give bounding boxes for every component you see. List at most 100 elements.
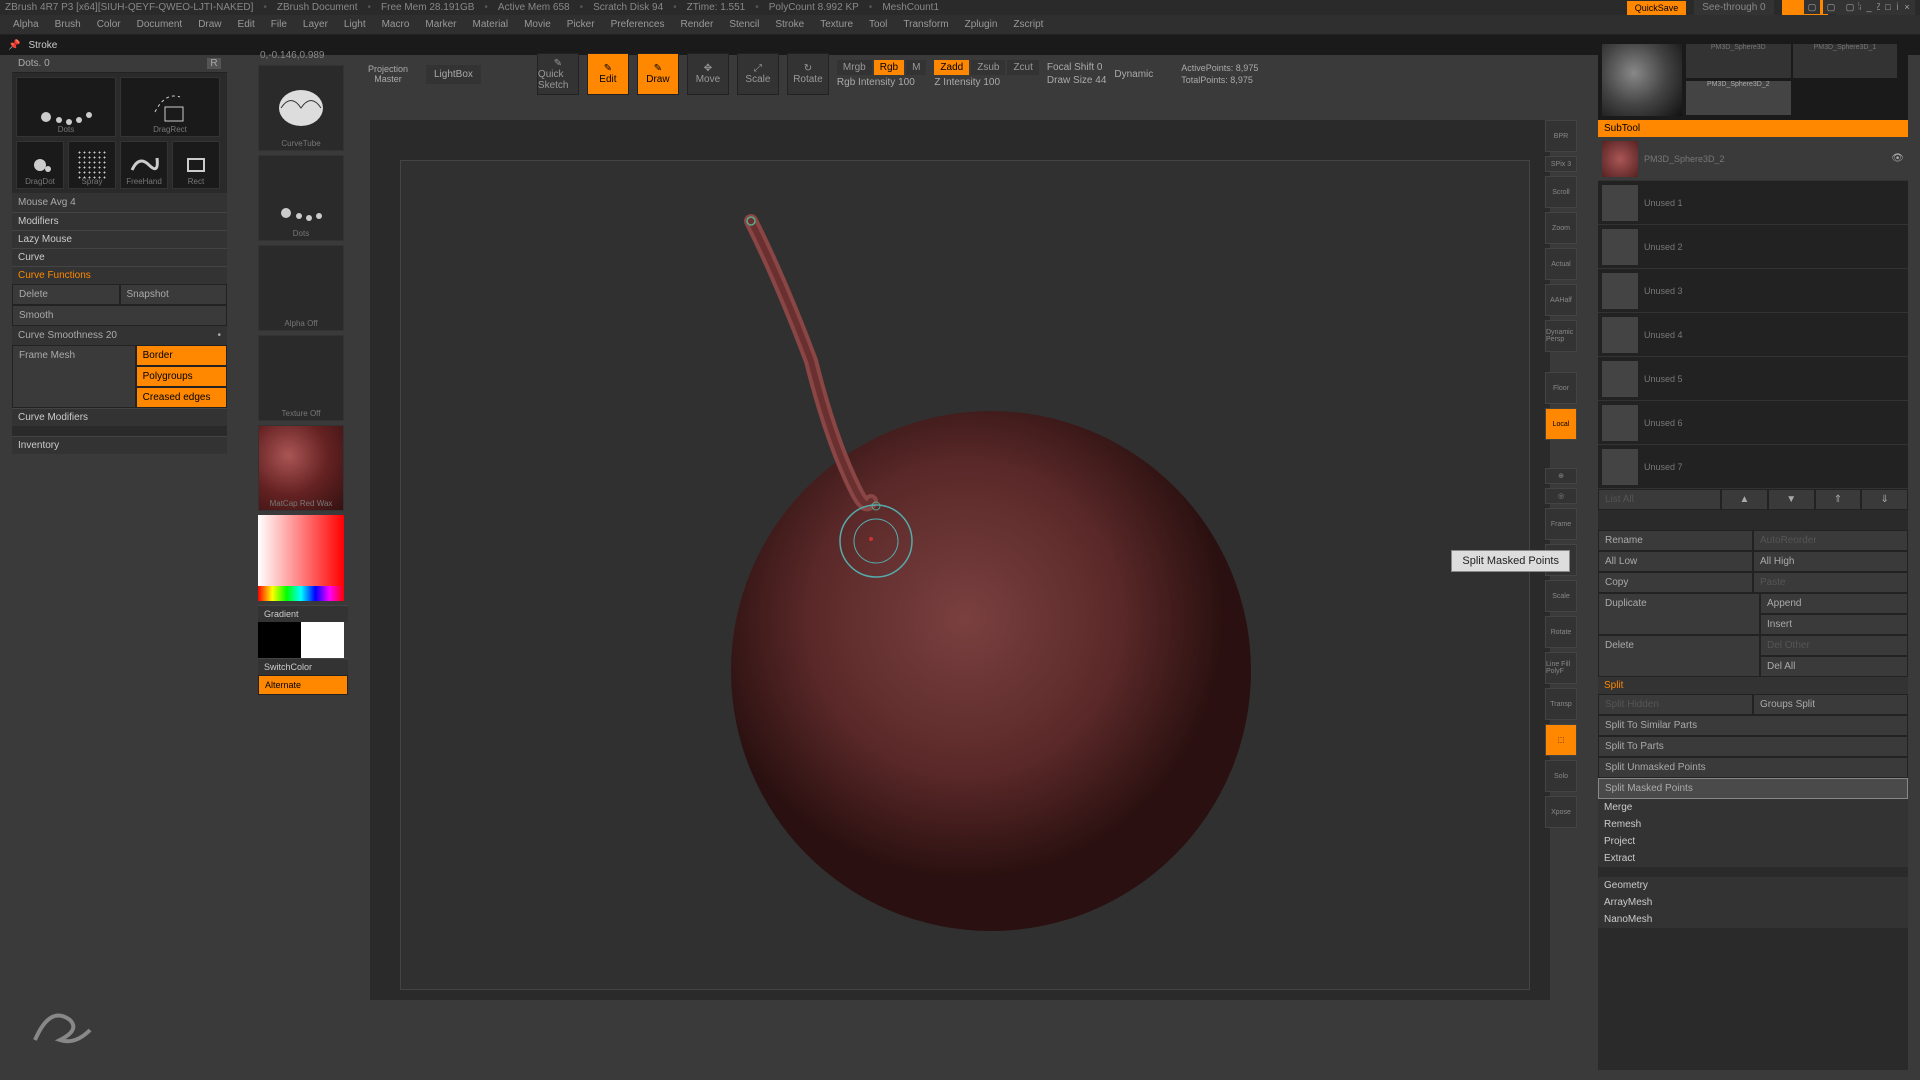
menu-macro[interactable]: Macro	[374, 17, 418, 32]
zsub-button[interactable]: Zsub	[971, 60, 1005, 75]
win-btn-2[interactable]: ▢	[1823, 0, 1839, 14]
subtool-slot[interactable]: Unused 3	[1598, 269, 1908, 313]
split-hidden-button[interactable]: Split Hidden	[1598, 694, 1753, 715]
menu-edit[interactable]: Edit	[230, 17, 263, 32]
quick-sketch-button[interactable]: ✎Quick Sketch	[537, 53, 579, 95]
m-button[interactable]: M	[906, 60, 926, 75]
projection-master-button[interactable]: Projection Master	[358, 64, 418, 84]
menu-render[interactable]: Render	[673, 17, 722, 32]
scroll-button[interactable]: Scroll	[1545, 176, 1577, 208]
split-parts-button[interactable]: Split To Parts	[1598, 736, 1908, 757]
rename-button[interactable]: Rename	[1598, 530, 1753, 551]
menu-stroke[interactable]: Stroke	[767, 17, 812, 32]
merge-section[interactable]: Merge	[1598, 799, 1908, 816]
viewport[interactable]	[400, 160, 1530, 990]
material-thumbnail[interactable]: MatCap Red Wax	[258, 425, 344, 511]
menu-picker[interactable]: Picker	[559, 17, 603, 32]
frame-mesh-button[interactable]: Frame Mesh	[12, 345, 136, 408]
menu-brush[interactable]: Brush	[47, 17, 89, 32]
seethrough-slider[interactable]: See-through 0	[1694, 0, 1773, 15]
border-button[interactable]: Border	[136, 345, 227, 366]
texture-thumbnail[interactable]: Texture Off	[258, 335, 344, 421]
delete-subtool-button[interactable]: Delete	[1598, 635, 1760, 677]
stroke-dragrect[interactable]: DragRect	[120, 77, 220, 137]
spix-slider[interactable]: SPix 3	[1545, 156, 1577, 172]
rotate-mode-button[interactable]: ↻Rotate	[787, 53, 829, 95]
subtool-slot[interactable]: Unused 4	[1598, 313, 1908, 357]
secondary-color[interactable]	[258, 622, 301, 658]
local-button[interactable]: Local	[1545, 408, 1577, 440]
menu-tool[interactable]: Tool	[861, 17, 895, 32]
persp-button[interactable]: Dynamic Persp	[1545, 320, 1577, 352]
bpr-button[interactable]: BPR	[1545, 120, 1577, 152]
close-button[interactable]: ×	[1899, 0, 1915, 14]
aahalf-button[interactable]: AAHalf	[1545, 284, 1577, 316]
replay-button[interactable]: R	[207, 58, 221, 69]
move-up-button[interactable]: ▲	[1721, 489, 1768, 510]
subtool-slot[interactable]: Unused 2	[1598, 225, 1908, 269]
all-high-button[interactable]: All High	[1753, 551, 1908, 572]
subtool-slot[interactable]: Unused 6	[1598, 401, 1908, 445]
stroke-dragdot[interactable]: DragDot	[16, 141, 64, 189]
pin-icon[interactable]: 📌	[8, 40, 20, 51]
menu-zscript[interactable]: Zscript	[1005, 17, 1051, 32]
zoom-button[interactable]: Zoom	[1545, 212, 1577, 244]
rotate-view-button[interactable]: Rotate	[1545, 616, 1577, 648]
frame-button[interactable]: Frame	[1545, 508, 1577, 540]
menu-light[interactable]: Light	[336, 17, 374, 32]
subtool-slot[interactable]: Unused 5	[1598, 357, 1908, 401]
dynamic-label[interactable]: Dynamic	[1114, 69, 1153, 80]
menu-stencil[interactable]: Stencil	[721, 17, 767, 32]
menu-preferences[interactable]: Preferences	[603, 17, 673, 32]
scale-view-button[interactable]: Scale	[1545, 580, 1577, 612]
z-intensity-slider[interactable]: Z Intensity 100	[934, 77, 1000, 88]
draw-mode-button[interactable]: ✎Draw	[637, 53, 679, 95]
mouse-avg-slider[interactable]: Mouse Avg 4	[12, 193, 227, 212]
del-all-button[interactable]: Del All	[1760, 656, 1908, 677]
insert-button[interactable]: Insert	[1760, 614, 1908, 635]
stroke-dots[interactable]: Dots	[16, 77, 116, 137]
split-masked-button[interactable]: Split Masked Points	[1598, 778, 1908, 799]
snapshot-button[interactable]: Snapshot	[120, 284, 228, 305]
split-similar-button[interactable]: Split To Similar Parts	[1598, 715, 1908, 736]
split-unmasked-button[interactable]: Split Unmasked Points	[1598, 757, 1908, 778]
subtool-slot[interactable]: Unused 7	[1598, 445, 1908, 489]
rgb-button[interactable]: Rgb	[874, 60, 904, 75]
split-section[interactable]: Split	[1598, 677, 1908, 694]
arrow-down-button[interactable]: ⇓	[1861, 489, 1908, 510]
project-section[interactable]: Project	[1598, 833, 1908, 850]
curve-functions-section[interactable]: Curve Functions	[12, 266, 227, 284]
del-other-button[interactable]: Del Other	[1760, 635, 1908, 656]
alternate-button[interactable]: Alternate	[258, 675, 348, 695]
tool-slot-3[interactable]: PM3D_Sphere3D_2	[1686, 81, 1791, 115]
nanomesh-section[interactable]: NanoMesh	[1598, 911, 1908, 928]
alpha-thumbnail[interactable]: Alpha Off	[258, 245, 344, 331]
groups-split-button[interactable]: Groups Split	[1753, 694, 1908, 715]
stroke-rect[interactable]: Rect	[172, 141, 220, 189]
menu-layer[interactable]: Layer	[295, 17, 336, 32]
arraymesh-section[interactable]: ArrayMesh	[1598, 894, 1908, 911]
duplicate-button[interactable]: Duplicate	[1598, 593, 1760, 635]
menu-zplugin[interactable]: Zplugin	[957, 17, 1006, 32]
copy-button[interactable]: Copy	[1598, 572, 1753, 593]
menu-file[interactable]: File	[263, 17, 295, 32]
paste-button[interactable]: Paste	[1753, 572, 1908, 593]
curve-smoothness-slider[interactable]: Curve Smoothness 20•	[12, 326, 227, 345]
tool-slot-2[interactable]: PM3D_Sphere3D_1	[1793, 44, 1898, 78]
subtool-active[interactable]: PM3D_Sphere3D_2 👁	[1598, 137, 1908, 181]
menu-alpha[interactable]: Alpha	[5, 17, 47, 32]
append-button[interactable]: Append	[1760, 593, 1908, 614]
arrow-up-button[interactable]: ⇑	[1815, 489, 1862, 510]
menu-transform[interactable]: Transform	[895, 17, 956, 32]
remesh-section[interactable]: Remesh	[1598, 816, 1908, 833]
lazy-mouse-section[interactable]: Lazy Mouse	[12, 230, 227, 248]
quicksave-button[interactable]: QuickSave	[1627, 1, 1687, 15]
zcut-button[interactable]: Zcut	[1007, 60, 1038, 75]
modifiers-section[interactable]: Modifiers	[12, 212, 227, 230]
menu-document[interactable]: Document	[129, 17, 191, 32]
win-btn-1[interactable]: ▢	[1804, 0, 1820, 14]
minimize-button[interactable]: _	[1861, 0, 1877, 14]
stroke-spray[interactable]: Spray	[68, 141, 116, 189]
mrgb-button[interactable]: Mrgb	[837, 60, 872, 75]
switch-color-button[interactable]: SwitchColor	[258, 658, 348, 675]
